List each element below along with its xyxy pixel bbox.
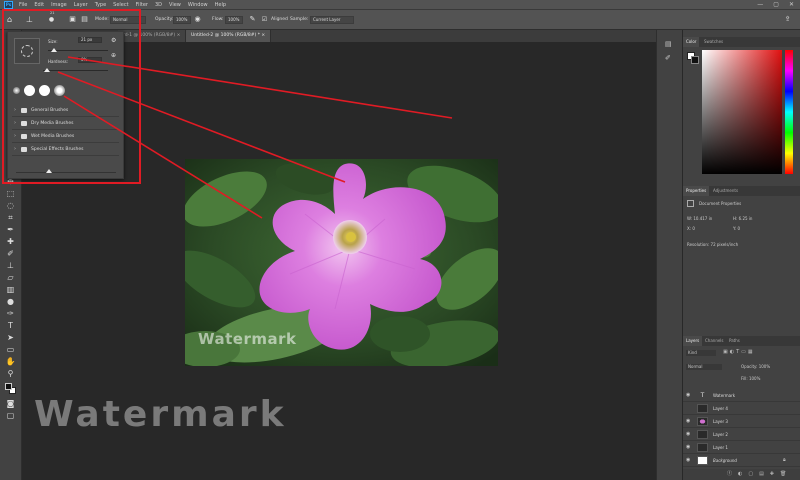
history-panel-icon[interactable]: ▤ xyxy=(665,40,672,48)
eye-icon[interactable]: ◉ xyxy=(686,454,690,467)
layer-name: Layer 1 xyxy=(713,445,728,450)
layer-row-watermark[interactable]: ◉ T Watermark xyxy=(683,389,800,402)
eye-icon[interactable]: ◉ xyxy=(686,428,690,441)
layer-row-layer-2[interactable]: ◉ Layer 2 xyxy=(683,428,800,441)
resolution-readout: Resolution: 72 pixels/inch xyxy=(687,242,739,247)
tab-color[interactable]: Color xyxy=(683,37,700,47)
y-readout[interactable]: Y: 0 xyxy=(733,226,740,231)
layer-filter-icons[interactable]: ▣◐T▭▦ xyxy=(723,349,755,355)
layer-row-layer-1[interactable]: ◉ Layer 1 xyxy=(683,441,800,454)
properties-panel-tabs: Properties Adjustments xyxy=(683,186,800,196)
layer-row-layer-4[interactable]: Layer 4 xyxy=(683,402,800,415)
layer-name: Layer 4 xyxy=(713,406,728,411)
document-properties-label: Document Properties xyxy=(699,201,742,206)
annotation-line-size xyxy=(67,56,453,119)
height-readout[interactable]: H: 6.25 in xyxy=(733,216,752,221)
layer-thumbnail xyxy=(697,430,708,439)
eye-icon[interactable]: ◉ xyxy=(686,389,690,402)
eye-icon[interactable]: ◉ xyxy=(686,415,690,428)
blend-mode-select[interactable]: Normal xyxy=(686,364,722,370)
hue-slider[interactable] xyxy=(785,50,793,174)
brush-panel-icon[interactable]: ✐ xyxy=(665,54,671,62)
layer-thumbnail xyxy=(697,417,708,426)
layer-name: Layer 2 xyxy=(713,432,728,437)
layer-row-layer-3[interactable]: ◉ Layer 3 xyxy=(683,415,800,428)
tab-layers[interactable]: Layers xyxy=(683,336,703,346)
layer-thumbnail xyxy=(697,456,708,465)
x-readout[interactable]: X: 0 xyxy=(687,226,695,231)
kind-label: Kind xyxy=(688,350,697,355)
panel-icon-strip: ▤ ✐ xyxy=(656,30,682,480)
tab-paths[interactable]: Paths xyxy=(726,336,743,346)
eye-icon[interactable]: ◉ xyxy=(686,441,690,454)
type-layer-icon: T xyxy=(700,392,705,399)
width-readout[interactable]: W: 10.417 in xyxy=(687,216,712,221)
layer-fill-field[interactable]: Fill: 100% xyxy=(741,376,760,381)
background-swatch[interactable] xyxy=(691,56,699,64)
layer-row-background[interactable]: ◉ Background 🔒︎ xyxy=(683,454,800,467)
tab-channels[interactable]: Channels xyxy=(702,336,727,346)
tab-swatches[interactable]: Swatches xyxy=(701,37,726,47)
layers-footer-icons[interactable]: ⓕ◐▢▤✚🗑︎ xyxy=(683,469,800,480)
layer-opacity-field[interactable]: Opacity: 100% xyxy=(741,364,770,369)
color-picker-field[interactable] xyxy=(702,50,782,174)
layer-name: Layer 3 xyxy=(713,419,728,424)
annotation-line-brush xyxy=(63,95,263,219)
tab-adjustments[interactable]: Adjustments xyxy=(710,186,741,196)
layer-thumbnail xyxy=(697,443,708,452)
layer-name: Watermark xyxy=(713,393,736,398)
tab-properties[interactable]: Properties xyxy=(683,186,710,196)
layer-name: Background xyxy=(713,458,737,463)
layer-thumbnail xyxy=(697,404,708,413)
layers-panel-tabs: Layers Channels Paths xyxy=(683,336,800,346)
annotation-line-hardness xyxy=(57,71,346,183)
layer-filter-select[interactable]: Kind xyxy=(686,350,716,356)
color-panel-tabs: Color Swatches xyxy=(683,37,800,47)
document-icon xyxy=(687,200,694,207)
lock-icon[interactable]: 🔒︎ xyxy=(783,454,786,467)
